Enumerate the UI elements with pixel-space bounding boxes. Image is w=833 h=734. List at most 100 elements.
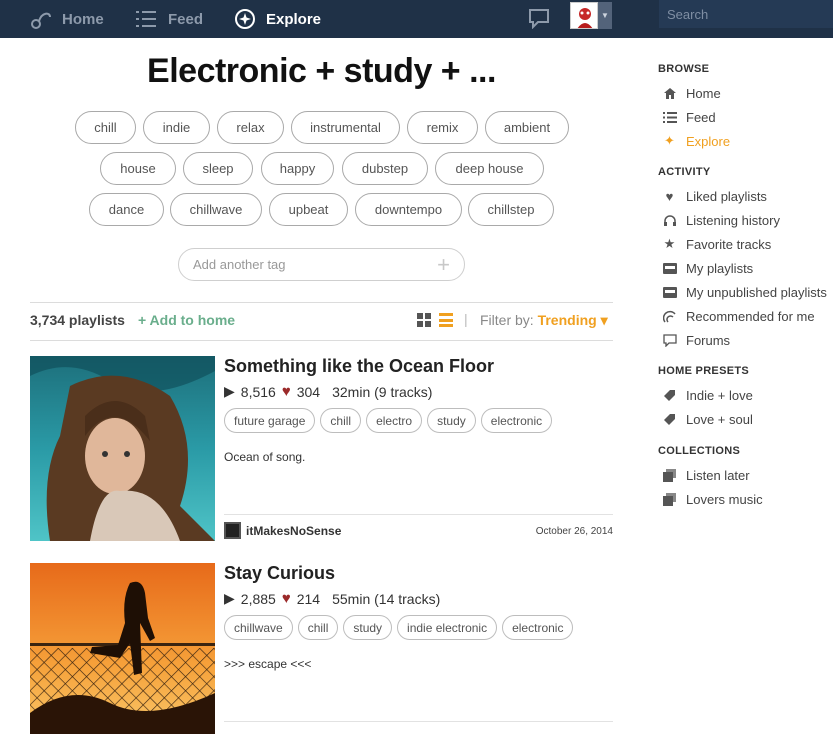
nav-explore-label: Explore (266, 10, 322, 28)
chevron-down-icon[interactable]: ▾ (601, 312, 608, 328)
tag-icon (662, 388, 677, 403)
tag-chip[interactable]: downtempo (355, 193, 462, 226)
heart-icon[interactable]: ♥ (282, 383, 291, 400)
playlist-description: >>> escape <<< (224, 657, 312, 671)
playlist-stats: ▶ 8,516 ♥ 304 32min (9 tracks) (224, 383, 432, 400)
filter-dropdown[interactable]: Filter by: Trending ▾ (480, 312, 608, 329)
sidebar-heading-activity: ACTIVITY (658, 166, 711, 178)
sidebar-item-home[interactable]: Home (662, 84, 721, 102)
sidebar-item-my-playlists[interactable]: My playlists (662, 259, 753, 277)
playlist-tag[interactable]: electronic (502, 615, 574, 640)
playlist-tag[interactable]: future garage (224, 408, 316, 433)
sidebar-item-collection[interactable]: Listen later (662, 466, 750, 484)
sidebar-item-label: Liked playlists (686, 188, 767, 204)
sidebar-item-recommended[interactable]: Recommended for me (662, 307, 815, 325)
filter-value[interactable]: Trending (538, 312, 597, 328)
tag-chip[interactable]: dance (89, 193, 164, 226)
playlist-card: Stay Curious ▶ 2,885 ♥ 214 55min (14 tra… (30, 563, 613, 734)
chevron-down-icon[interactable]: ▼ (598, 2, 612, 29)
sidebar-item-explore[interactable]: ✦ Explore (662, 132, 730, 150)
playlist-count: 3,734 playlists (30, 312, 125, 328)
list-view-icon[interactable] (439, 313, 453, 327)
sidebar-item-label: Home (686, 85, 721, 101)
tag-chip[interactable]: indie (143, 111, 210, 144)
play-count: 8,516 (240, 383, 276, 400)
playlist-tag[interactable]: electro (366, 408, 423, 433)
add-tag-placeholder: Add another tag (193, 257, 286, 272)
divider (224, 514, 613, 515)
sidebar-item-label: Indie + love (686, 387, 753, 403)
playlist-author[interactable]: itMakesNoSense (224, 522, 341, 539)
playlist-tag[interactable]: chillwave (224, 615, 293, 640)
playlist-tag[interactable]: study (343, 615, 393, 640)
sidebar-item-preset[interactable]: Love + soul (662, 410, 753, 428)
tag-chip[interactable]: upbeat (269, 193, 348, 226)
sidebar-item-label: Feed (686, 109, 716, 125)
sidebar-item-feed[interactable]: Feed (662, 108, 716, 126)
plus-icon[interactable]: + (437, 253, 450, 276)
add-tag-input[interactable]: Add another tag + (178, 248, 465, 281)
tag-chip[interactable]: instrumental (291, 111, 400, 144)
sidebar-heading-browse: BROWSE (658, 63, 710, 75)
cassette-icon (662, 261, 677, 276)
chat-icon[interactable] (528, 7, 550, 30)
sidebar-item-listening-history[interactable]: Listening history (662, 211, 780, 229)
divider (30, 340, 613, 341)
tag-chip[interactable]: chillwave (170, 193, 262, 226)
nav-home[interactable]: Home (30, 0, 104, 38)
sidebar-item-unpublished-playlists[interactable]: My unpublished playlists (662, 283, 827, 301)
sidebar-item-label: My playlists (686, 260, 754, 276)
tag-chip[interactable]: relax (217, 111, 284, 144)
playlist-tag[interactable]: study (427, 408, 476, 433)
heart-icon[interactable]: ♥ (282, 590, 291, 607)
sidebar-item-forums[interactable]: Forums (662, 331, 730, 349)
playlist-tag[interactable]: indie electronic (397, 615, 498, 640)
grid-view-icon[interactable] (417, 313, 431, 327)
tag-chip[interactable]: happy (261, 152, 334, 185)
playlist-title[interactable]: Something like the Ocean Floor (224, 356, 494, 377)
sidebar-item-favorite-tracks[interactable]: ★ Favorite tracks (662, 235, 772, 253)
chat-icon (662, 333, 677, 348)
tag-chip[interactable]: dubstep (342, 152, 428, 185)
add-to-home-button[interactable]: + Add to home (138, 312, 235, 328)
tag-icon (662, 412, 677, 427)
nav-explore[interactable]: Explore (234, 0, 321, 38)
author-name[interactable]: itMakesNoSense (246, 524, 341, 538)
playlist-cover-image[interactable] (30, 356, 215, 541)
sidebar-item-label: Lovers music (686, 491, 763, 507)
nav-feed-label: Feed (168, 10, 204, 28)
view-toggle (417, 313, 453, 327)
playlist-cover-image[interactable] (30, 563, 215, 734)
play-count: 2,885 (240, 590, 276, 607)
author-avatar-icon (224, 522, 241, 539)
playlist-tag[interactable]: electronic (480, 408, 553, 433)
sidebar-item-preset[interactable]: Indie + love (662, 386, 753, 404)
sidebar-item-label: Recommended for me (686, 308, 815, 324)
avatar[interactable] (570, 2, 598, 29)
play-icon: ▶ (224, 383, 235, 399)
playlist-card: Something like the Ocean Floor ▶ 8,516 ♥… (30, 356, 613, 541)
page-title: Electronic + study + ... (147, 52, 496, 90)
tag-chip[interactable]: sleep (183, 152, 253, 185)
sidebar-item-liked-playlists[interactable]: ♥ Liked playlists (662, 187, 767, 205)
tag-chip[interactable]: chillstep (468, 193, 554, 226)
sidebar-item-label: Listening history (686, 212, 780, 228)
playlist-tag[interactable]: chill (320, 408, 362, 433)
nav-feed[interactable]: Feed (136, 0, 203, 38)
nav-home-label: Home (62, 10, 104, 28)
divider (30, 302, 613, 303)
sidebar-heading-home-presets: HOME PRESETS (658, 365, 750, 377)
heart-icon: ♥ (665, 188, 674, 204)
tag-chip[interactable]: ambient (485, 111, 569, 144)
logo-icon (30, 8, 52, 30)
playlist-tag[interactable]: chill (297, 615, 339, 640)
tag-chip[interactable]: house (100, 152, 176, 185)
tag-chip[interactable]: remix (407, 111, 478, 144)
tag-chip[interactable]: deep house (435, 152, 544, 185)
tag-chip[interactable]: chill (75, 111, 136, 144)
playlist-title[interactable]: Stay Curious (224, 563, 335, 584)
sidebar-item-collection[interactable]: Lovers music (662, 490, 763, 508)
sidebar-item-label: Love + soul (686, 411, 753, 427)
divider (224, 721, 613, 722)
search-input[interactable] (659, 0, 833, 28)
